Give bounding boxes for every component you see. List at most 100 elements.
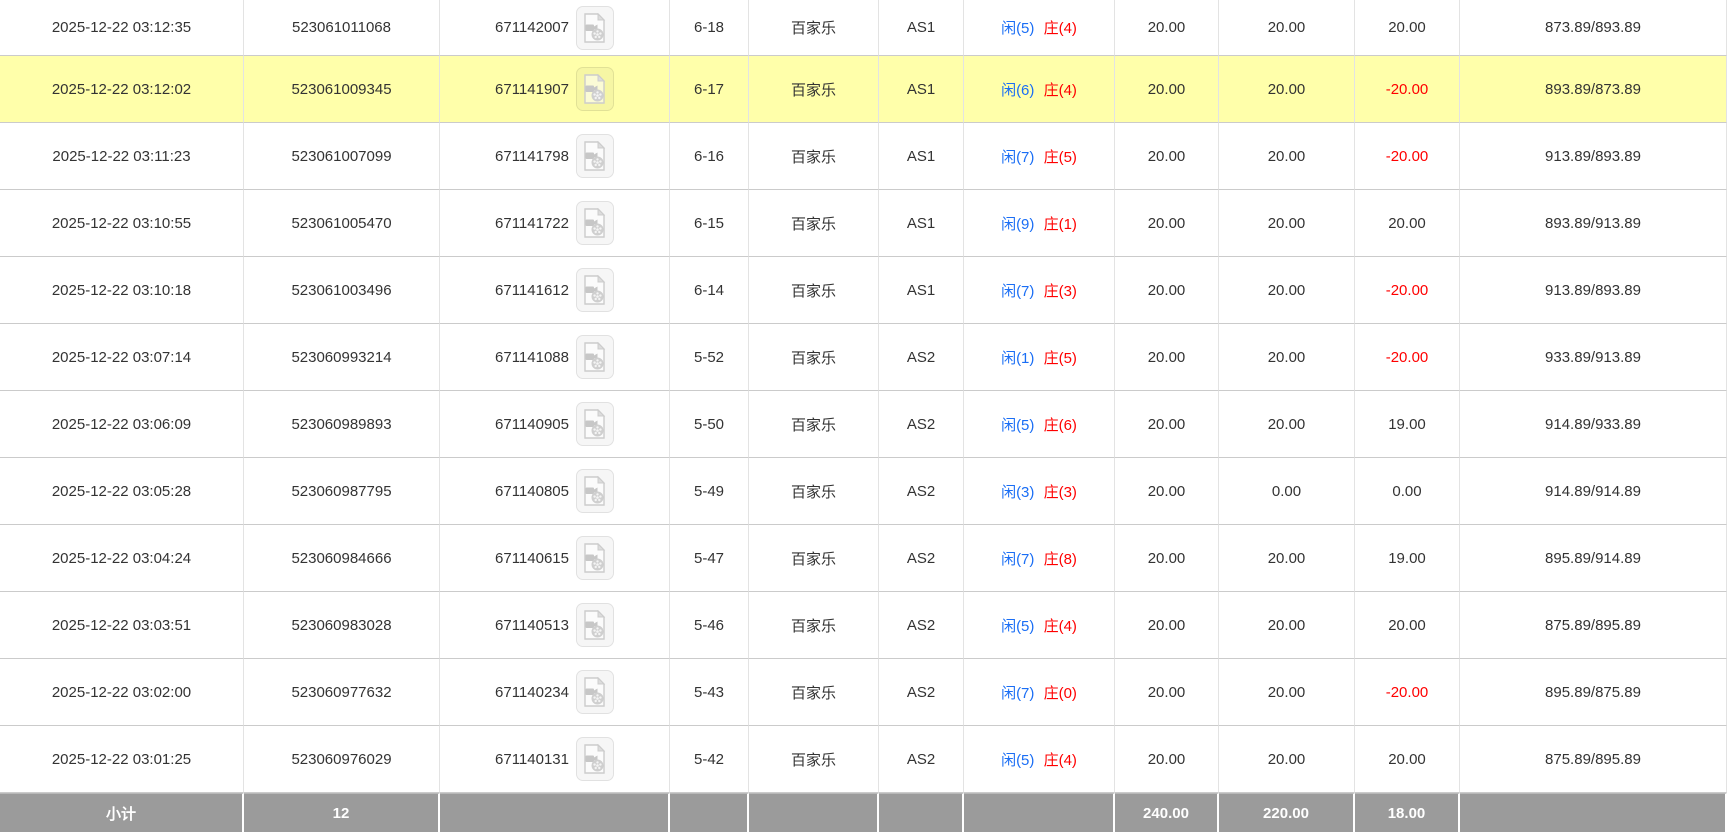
balance-after-before: 873.89/893.89 <box>1460 0 1727 56</box>
table-row[interactable]: 2025-12-22 03:06:09 523060989893 6711409… <box>0 391 1727 458</box>
film-document-icon <box>582 13 607 43</box>
balance-after-before: 913.89/893.89 <box>1460 123 1727 190</box>
banker-result: 庄(8) <box>1044 551 1077 568</box>
order-number: 523060977632 <box>244 659 440 726</box>
game-number: 671141612 <box>495 282 569 299</box>
film-document-icon <box>582 610 607 640</box>
game-type: 百家乐 <box>749 592 879 659</box>
table-row[interactable]: 2025-12-22 03:04:24 523060984666 6711406… <box>0 525 1727 592</box>
bet-history-table: 2025-12-22 03:12:35 523061011068 6711420… <box>0 0 1727 832</box>
bet-time: 2025-12-22 03:11:23 <box>0 123 244 190</box>
subtotal-empty-cell <box>879 793 964 832</box>
subtotal-bet-total: 240.00 <box>1115 793 1219 832</box>
bet-time: 2025-12-22 03:12:02 <box>0 56 244 123</box>
subtotal-winloss-total: 18.00 <box>1355 793 1460 832</box>
game-number-cell: 671140513 <box>440 592 670 659</box>
game-result: 闲(5) 庄(4) <box>964 592 1115 659</box>
subtotal-valid-total: 220.00 <box>1219 793 1355 832</box>
video-replay-button[interactable] <box>576 536 614 580</box>
video-replay-button[interactable] <box>576 335 614 379</box>
video-replay-button[interactable] <box>576 6 614 50</box>
round-number: 6-16 <box>670 123 749 190</box>
table-row[interactable]: 2025-12-22 03:10:18 523061003496 6711416… <box>0 257 1727 324</box>
table-row[interactable]: 2025-12-22 03:05:28 523060987795 6711408… <box>0 458 1727 525</box>
table-name: AS2 <box>879 324 964 391</box>
subtotal-empty-cell <box>749 793 879 832</box>
player-result: 闲(6) <box>1001 82 1034 99</box>
valid-amount: 20.00 <box>1219 257 1355 324</box>
table-row[interactable]: 2025-12-22 03:02:00 523060977632 6711402… <box>0 659 1727 726</box>
balance-after-before: 893.89/873.89 <box>1460 56 1727 123</box>
win-loss-amount: 0.00 <box>1355 458 1460 525</box>
balance-after-before: 895.89/914.89 <box>1460 525 1727 592</box>
game-result: 闲(5) 庄(4) <box>964 726 1115 793</box>
bet-time: 2025-12-22 03:05:28 <box>0 458 244 525</box>
win-loss-amount: -20.00 <box>1355 123 1460 190</box>
win-loss-amount: 20.00 <box>1355 592 1460 659</box>
subtotal-count: 12 <box>244 793 440 832</box>
bet-time: 2025-12-22 03:10:55 <box>0 190 244 257</box>
game-number-cell: 671140234 <box>440 659 670 726</box>
win-loss-amount: 19.00 <box>1355 525 1460 592</box>
game-type: 百家乐 <box>749 324 879 391</box>
game-number: 671141907 <box>495 81 569 98</box>
video-replay-button[interactable] <box>576 402 614 446</box>
video-replay-button[interactable] <box>576 670 614 714</box>
balance-after-before: 893.89/913.89 <box>1460 190 1727 257</box>
win-loss-amount: 19.00 <box>1355 391 1460 458</box>
game-type: 百家乐 <box>749 56 879 123</box>
table-name: AS1 <box>879 257 964 324</box>
film-document-icon <box>582 208 607 238</box>
valid-amount: 20.00 <box>1219 56 1355 123</box>
game-result: 闲(1) 庄(5) <box>964 324 1115 391</box>
game-type: 百家乐 <box>749 458 879 525</box>
bet-amount: 20.00 <box>1115 659 1219 726</box>
table-name: AS2 <box>879 726 964 793</box>
table-row[interactable]: 2025-12-22 03:11:23 523061007099 6711417… <box>0 123 1727 190</box>
video-replay-button[interactable] <box>576 268 614 312</box>
order-number: 523061007099 <box>244 123 440 190</box>
player-result: 闲(5) <box>1001 417 1034 434</box>
round-number: 5-46 <box>670 592 749 659</box>
game-type: 百家乐 <box>749 659 879 726</box>
win-loss-amount: -20.00 <box>1355 257 1460 324</box>
bet-amount: 20.00 <box>1115 0 1219 56</box>
table-row[interactable]: 2025-12-22 03:12:35 523061011068 6711420… <box>0 0 1727 56</box>
table-row[interactable]: 2025-12-22 03:12:02 523061009345 6711419… <box>0 56 1727 123</box>
table-name: AS2 <box>879 592 964 659</box>
game-number-cell: 671141798 <box>440 123 670 190</box>
game-result: 闲(6) 庄(4) <box>964 56 1115 123</box>
video-replay-button[interactable] <box>576 737 614 781</box>
table-name: AS2 <box>879 659 964 726</box>
subtotal-empty-cell <box>1460 793 1727 832</box>
valid-amount: 0.00 <box>1219 458 1355 525</box>
video-replay-button[interactable] <box>576 201 614 245</box>
table-row[interactable]: 2025-12-22 03:10:55 523061005470 6711417… <box>0 190 1727 257</box>
game-number-cell: 671140805 <box>440 458 670 525</box>
bet-time: 2025-12-22 03:07:14 <box>0 324 244 391</box>
game-result: 闲(5) 庄(6) <box>964 391 1115 458</box>
video-replay-button[interactable] <box>576 134 614 178</box>
table-body: 2025-12-22 03:12:35 523061011068 6711420… <box>0 0 1727 793</box>
bet-time: 2025-12-22 03:10:18 <box>0 257 244 324</box>
table-row[interactable]: 2025-12-22 03:07:14 523060993214 6711410… <box>0 324 1727 391</box>
game-result: 闲(7) 庄(0) <box>964 659 1115 726</box>
table-row[interactable]: 2025-12-22 03:01:25 523060976029 6711401… <box>0 726 1727 793</box>
round-number: 5-42 <box>670 726 749 793</box>
table-footer: 小计 12 240.00 220.00 18.00 <box>0 793 1727 832</box>
table-name: AS1 <box>879 56 964 123</box>
order-number: 523060976029 <box>244 726 440 793</box>
video-replay-button[interactable] <box>576 67 614 111</box>
game-number: 671140234 <box>495 684 569 701</box>
game-number-cell: 671141907 <box>440 56 670 123</box>
film-document-icon <box>582 409 607 439</box>
table-row[interactable]: 2025-12-22 03:03:51 523060983028 6711405… <box>0 592 1727 659</box>
game-number: 671140513 <box>495 617 569 634</box>
video-replay-button[interactable] <box>576 469 614 513</box>
game-type: 百家乐 <box>749 525 879 592</box>
video-replay-button[interactable] <box>576 603 614 647</box>
game-number: 671140131 <box>495 751 569 768</box>
game-number-cell: 671140131 <box>440 726 670 793</box>
banker-result: 庄(4) <box>1044 82 1077 99</box>
subtotal-empty-cell <box>440 793 670 832</box>
